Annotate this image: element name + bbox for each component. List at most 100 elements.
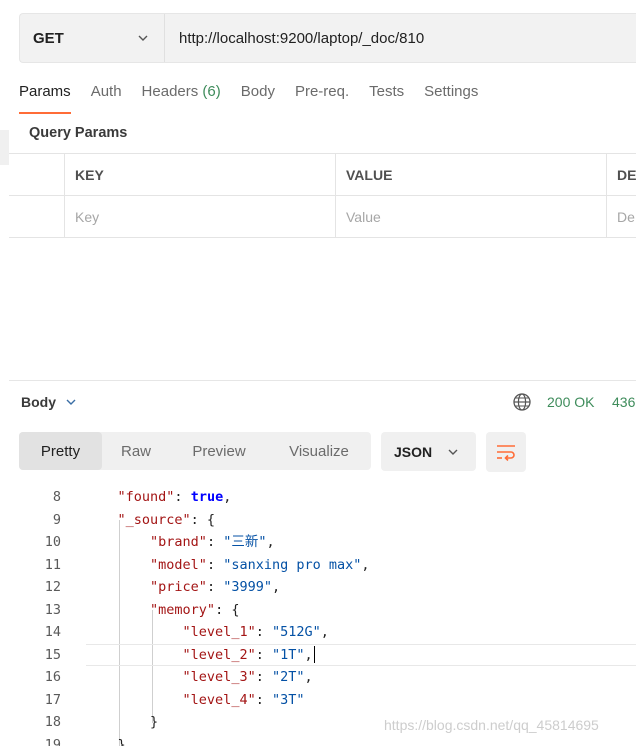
- code-token: "2T": [271, 669, 305, 685]
- tab-label: Auth: [90, 83, 122, 100]
- code-token: :: [206, 534, 224, 550]
- globe-icon[interactable]: [512, 392, 532, 412]
- tab-label: Pre-req.: [294, 83, 350, 100]
- response-code-editor[interactable]: 8 "found": true, 9 "_source": {10 "brand"…: [9, 486, 636, 746]
- code-line: 12 "price": "3999",: [9, 576, 636, 599]
- tab-label: Headers: [141, 83, 203, 100]
- code-text: "level_3": "2T",: [85, 666, 313, 689]
- response-body-dropdown[interactable]: Body: [21, 394, 78, 410]
- key-input[interactable]: [75, 208, 335, 225]
- code-line: 10 "brand": "三新",: [9, 531, 636, 554]
- code-token: "3T": [271, 691, 305, 708]
- row-checkbox-cell: [9, 196, 65, 237]
- code-token: ,: [223, 489, 232, 505]
- code-token: ,: [320, 624, 329, 640]
- code-token: "level_4": [182, 691, 256, 708]
- code-token: ,: [304, 646, 313, 663]
- response-body-label: Body: [21, 394, 56, 410]
- view-preview-button[interactable]: Preview: [170, 432, 268, 470]
- code-token: "1T": [271, 646, 305, 663]
- query-params-title: Query Params: [29, 125, 128, 141]
- code-line: 9 "_source": {: [9, 509, 636, 532]
- code-token: :: [174, 489, 191, 505]
- code-token: "level_2": [182, 646, 256, 663]
- line-number: 14: [44, 624, 61, 640]
- text-cursor: [313, 646, 316, 663]
- code-text: "brand": "三新",: [85, 531, 275, 554]
- code-text: "_source": {: [85, 509, 216, 532]
- code-token: :: [255, 691, 272, 708]
- method-select[interactable]: GET: [20, 14, 165, 62]
- code-token: : {: [215, 601, 240, 618]
- view-raw-button[interactable]: Raw: [102, 432, 170, 470]
- description-column-header: DE: [617, 166, 636, 183]
- code-text: "level_2": "1T",: [85, 644, 316, 667]
- left-panel-edge: [0, 130, 9, 165]
- line-number: 11: [44, 556, 61, 573]
- description-input[interactable]: [617, 208, 636, 225]
- key-column-header: KEY: [65, 154, 336, 195]
- line-number: 13: [44, 601, 61, 618]
- wrap-lines-icon: [497, 445, 515, 461]
- url-input[interactable]: [165, 14, 636, 62]
- format-select[interactable]: JSON: [381, 432, 476, 471]
- tab-headers[interactable]: Headers (6): [142, 80, 221, 114]
- response-size[interactable]: 436: [612, 394, 635, 410]
- code-token: }: [85, 736, 126, 746]
- code-token: "level_1": [182, 624, 256, 640]
- value-input[interactable]: [346, 208, 606, 225]
- headers-count: (6): [202, 83, 221, 100]
- chevron-down-icon: [446, 445, 460, 459]
- status-code[interactable]: 200 OK: [547, 394, 594, 410]
- panel-divider[interactable]: [9, 380, 636, 381]
- code-token: "level_3": [182, 669, 256, 685]
- code-line: 17 "level_4": "3T": [9, 689, 636, 712]
- view-pretty-button[interactable]: Pretty: [19, 432, 102, 470]
- line-number: 18: [44, 714, 61, 730]
- code-token: true: [190, 489, 224, 505]
- chevron-down-icon: [64, 395, 78, 409]
- code-token: ,: [266, 534, 275, 550]
- code-token: :: [206, 579, 224, 595]
- tab-tests[interactable]: Tests: [369, 80, 404, 114]
- code-line: 14 "level_1": "512G",: [9, 621, 636, 644]
- code-token: :: [206, 556, 224, 573]
- tab-settings[interactable]: Settings: [424, 80, 478, 114]
- code-token: "3999": [223, 579, 272, 595]
- table-header-row: KEY VALUE DE: [9, 154, 636, 196]
- tab-label: Body: [240, 83, 275, 100]
- code-line: 13 "memory": {: [9, 599, 636, 622]
- code-token: "_source": [117, 511, 191, 528]
- wrap-lines-button[interactable]: [486, 432, 526, 472]
- code-token: :: [255, 646, 272, 663]
- code-token: "sanxing pro max": [223, 556, 362, 573]
- code-token: "三新": [223, 534, 267, 550]
- code-token: :: [255, 669, 272, 685]
- tab-params[interactable]: Params: [19, 80, 71, 114]
- tab-label: Tests: [369, 83, 405, 100]
- view-mode-group: Pretty Raw Preview Visualize: [19, 432, 371, 470]
- line-number: 12: [44, 579, 61, 595]
- format-label: JSON: [394, 443, 433, 460]
- code-text: }: [85, 711, 158, 734]
- key-cell: [65, 196, 336, 237]
- line-number: 15: [44, 646, 61, 663]
- table-row: [9, 196, 636, 238]
- code-text: "level_1": "512G",: [85, 621, 329, 644]
- value-column-header: VALUE: [336, 154, 607, 195]
- view-visualize-button[interactable]: Visualize: [268, 432, 370, 470]
- tab-auth[interactable]: Auth: [91, 80, 122, 114]
- code-token: "memory": [150, 601, 216, 618]
- line-number: 16: [44, 669, 61, 685]
- code-line: 15 "level_2": "1T",: [9, 644, 636, 667]
- tab-body[interactable]: Body: [241, 80, 275, 114]
- code-token: : {: [190, 511, 216, 528]
- code-line: 19 }: [9, 734, 636, 746]
- code-token: "found": [117, 489, 175, 505]
- tab-pre-request[interactable]: Pre-req.: [295, 80, 349, 114]
